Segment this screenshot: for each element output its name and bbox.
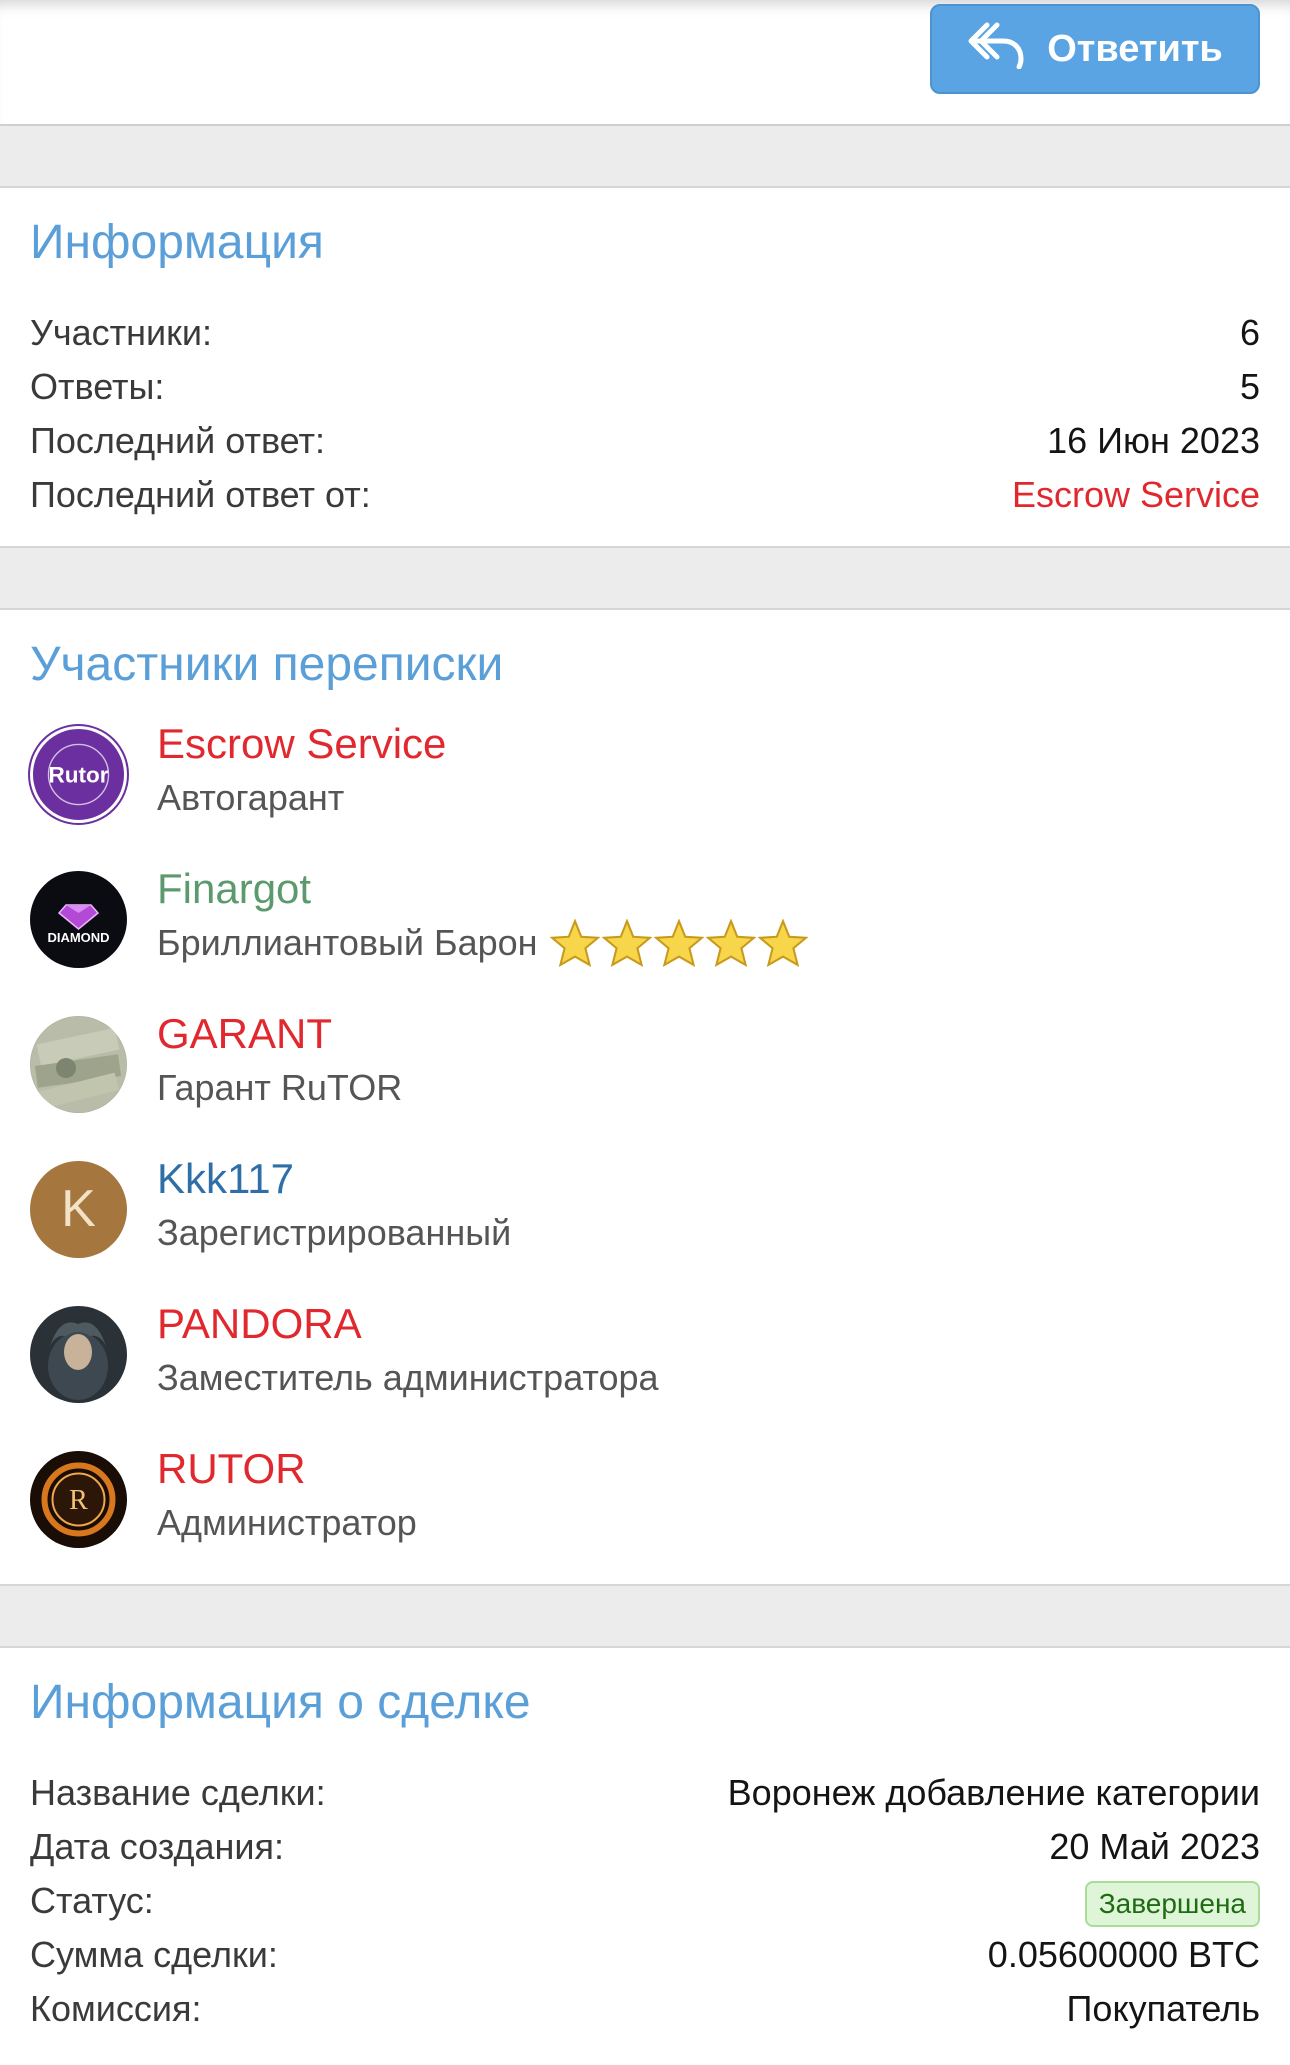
member-role-text: Администратор bbox=[157, 1501, 417, 1543]
portrait-photo bbox=[30, 1306, 127, 1403]
member-role-text: Гарант RuTOR bbox=[157, 1066, 403, 1108]
info-list: Участники: 6 Ответы: 5 Последний ответ: … bbox=[0, 306, 1290, 522]
list-item: PANDORA Заместитель администратора bbox=[0, 1296, 1290, 1441]
deal-row-name: Название сделки: Воронеж добавление кате… bbox=[0, 1766, 1290, 1820]
star-icon bbox=[601, 918, 652, 967]
member-name-link[interactable]: RUTOR bbox=[157, 1441, 417, 1497]
member-info: RUTOR Администратор bbox=[157, 1441, 417, 1549]
deal-label: Сумма сделки: bbox=[30, 1933, 278, 1975]
deal-label: Название сделки: bbox=[30, 1771, 326, 1813]
avatar-letter: K bbox=[61, 1180, 96, 1239]
info-label: Участники: bbox=[30, 311, 212, 353]
avatar-logo-text: DIAMOND bbox=[47, 930, 109, 945]
info-value: 16 Июн 2023 bbox=[1047, 419, 1260, 461]
deal-row-created: Дата создания: 20 Май 2023 bbox=[0, 1820, 1290, 1874]
avatar[interactable] bbox=[30, 1015, 127, 1113]
member-name-link[interactable]: PANDORA bbox=[157, 1296, 659, 1352]
info-value: 6 bbox=[1239, 311, 1260, 353]
avatar-logo-text: Rutor bbox=[49, 762, 109, 787]
deal-value: Покупатель bbox=[1066, 1987, 1260, 2029]
rank-stars bbox=[549, 918, 808, 967]
star-icon bbox=[653, 918, 704, 967]
member-info: PANDORA Заместитель администратора bbox=[157, 1296, 659, 1404]
deal-value: 20 Май 2023 bbox=[1049, 1825, 1260, 1867]
reply-icon bbox=[967, 19, 1025, 79]
member-role: Заместитель администратора bbox=[157, 1352, 659, 1404]
list-item: DIAMOND Finargot Бриллиантовый Барон bbox=[0, 861, 1290, 1006]
deal-row-amount: Сумма сделки: 0.05600000 BTC bbox=[0, 1928, 1290, 1982]
info-panel: Информация Участники: 6 Ответы: 5 Послед… bbox=[0, 186, 1290, 548]
deal-row-fee: Комиссия: Покупатель bbox=[0, 1982, 1290, 2036]
deal-value: Воронеж добавление категории bbox=[727, 1771, 1260, 1813]
participants-panel: Участники переписки Rutor Escrow Service… bbox=[0, 608, 1290, 1586]
deal-label: Дата создания: bbox=[30, 1825, 284, 1867]
list-item: GARANT Гарант RuTOR bbox=[0, 1006, 1290, 1151]
section-gap bbox=[0, 1586, 1290, 1646]
top-bar: Ответить bbox=[0, 0, 1290, 126]
rutor-emblem: R bbox=[30, 1451, 127, 1548]
reply-button[interactable]: Ответить bbox=[930, 4, 1260, 94]
info-row-replies: Ответы: 5 bbox=[0, 360, 1290, 414]
deal-value: 0.05600000 BTC bbox=[987, 1933, 1260, 1975]
avatar[interactable] bbox=[30, 1305, 127, 1403]
member-role: Бриллиантовый Барон bbox=[157, 917, 808, 969]
list-item: K Kkk117 Зарегистрированный bbox=[0, 1151, 1290, 1296]
member-name-link[interactable]: Finargot bbox=[157, 861, 808, 917]
deal-row-status: Статус: Завершена bbox=[0, 1874, 1290, 1928]
member-name-link[interactable]: GARANT bbox=[157, 1006, 402, 1062]
member-info: Kkk117 Зарегистрированный bbox=[157, 1151, 511, 1259]
reply-label: Ответить bbox=[1047, 27, 1223, 70]
rutor-escrow-logo: Rutor bbox=[35, 730, 122, 818]
info-value: 5 bbox=[1239, 365, 1260, 407]
avatar[interactable]: Rutor bbox=[30, 725, 127, 823]
star-icon bbox=[705, 918, 756, 967]
info-label: Ответы: bbox=[30, 365, 165, 407]
member-name-link[interactable]: Kkk117 bbox=[157, 1151, 511, 1207]
last-reply-user-link[interactable]: Escrow Service bbox=[1012, 468, 1260, 522]
avatar[interactable]: R bbox=[30, 1450, 127, 1548]
diamond-logo: DIAMOND bbox=[30, 871, 127, 968]
avatar-logo-text: R bbox=[69, 1485, 88, 1516]
member-role-text: Автогарант bbox=[157, 776, 345, 818]
star-icon bbox=[549, 918, 600, 967]
member-role-text: Бриллиантовый Барон bbox=[157, 921, 538, 963]
avatar[interactable]: DIAMOND bbox=[30, 870, 127, 968]
section-gap bbox=[0, 126, 1290, 186]
deal-panel: Информация о сделке Название сделки: Вор… bbox=[0, 1646, 1290, 2065]
participants-list: Rutor Escrow Service Автогарант DIAMOND … bbox=[0, 716, 1290, 1586]
deal-list: Название сделки: Воронеж добавление кате… bbox=[0, 1766, 1290, 2036]
info-row-last-reply: Последний ответ: 16 Июн 2023 bbox=[0, 414, 1290, 468]
participants-title: Участники переписки bbox=[30, 638, 504, 691]
info-row-last-reply-by: Последний ответ от: Escrow Service bbox=[0, 468, 1290, 522]
member-role-text: Зарегистрированный bbox=[157, 1211, 512, 1253]
star-icon bbox=[757, 918, 808, 967]
member-role: Зарегистрированный bbox=[157, 1207, 511, 1259]
member-role: Администратор bbox=[157, 1497, 417, 1549]
avatar[interactable]: K bbox=[30, 1160, 127, 1258]
money-photo bbox=[30, 1016, 127, 1113]
info-label: Последний ответ от: bbox=[30, 473, 371, 515]
member-info: Finargot Бриллиантовый Барон bbox=[157, 861, 808, 969]
deal-label: Комиссия: bbox=[30, 1987, 202, 2029]
member-role: Автогарант bbox=[157, 772, 446, 824]
info-title: Информация bbox=[30, 216, 324, 269]
member-info: Escrow Service Автогарант bbox=[157, 716, 446, 824]
member-info: GARANT Гарант RuTOR bbox=[157, 1006, 402, 1114]
list-item: Rutor Escrow Service Автогарант bbox=[0, 716, 1290, 861]
deal-label: Статус: bbox=[30, 1879, 154, 1921]
info-label: Последний ответ: bbox=[30, 419, 325, 461]
list-item: R RUTOR Администратор bbox=[0, 1441, 1290, 1586]
deal-title: Информация о сделке bbox=[30, 1676, 531, 1729]
member-role: Гарант RuTOR bbox=[157, 1062, 402, 1114]
status-badge: Завершена bbox=[1084, 1880, 1260, 1927]
info-row-participants: Участники: 6 bbox=[0, 306, 1290, 360]
member-name-link[interactable]: Escrow Service bbox=[157, 716, 446, 772]
section-gap bbox=[0, 548, 1290, 608]
member-role-text: Заместитель администратора bbox=[157, 1356, 659, 1398]
